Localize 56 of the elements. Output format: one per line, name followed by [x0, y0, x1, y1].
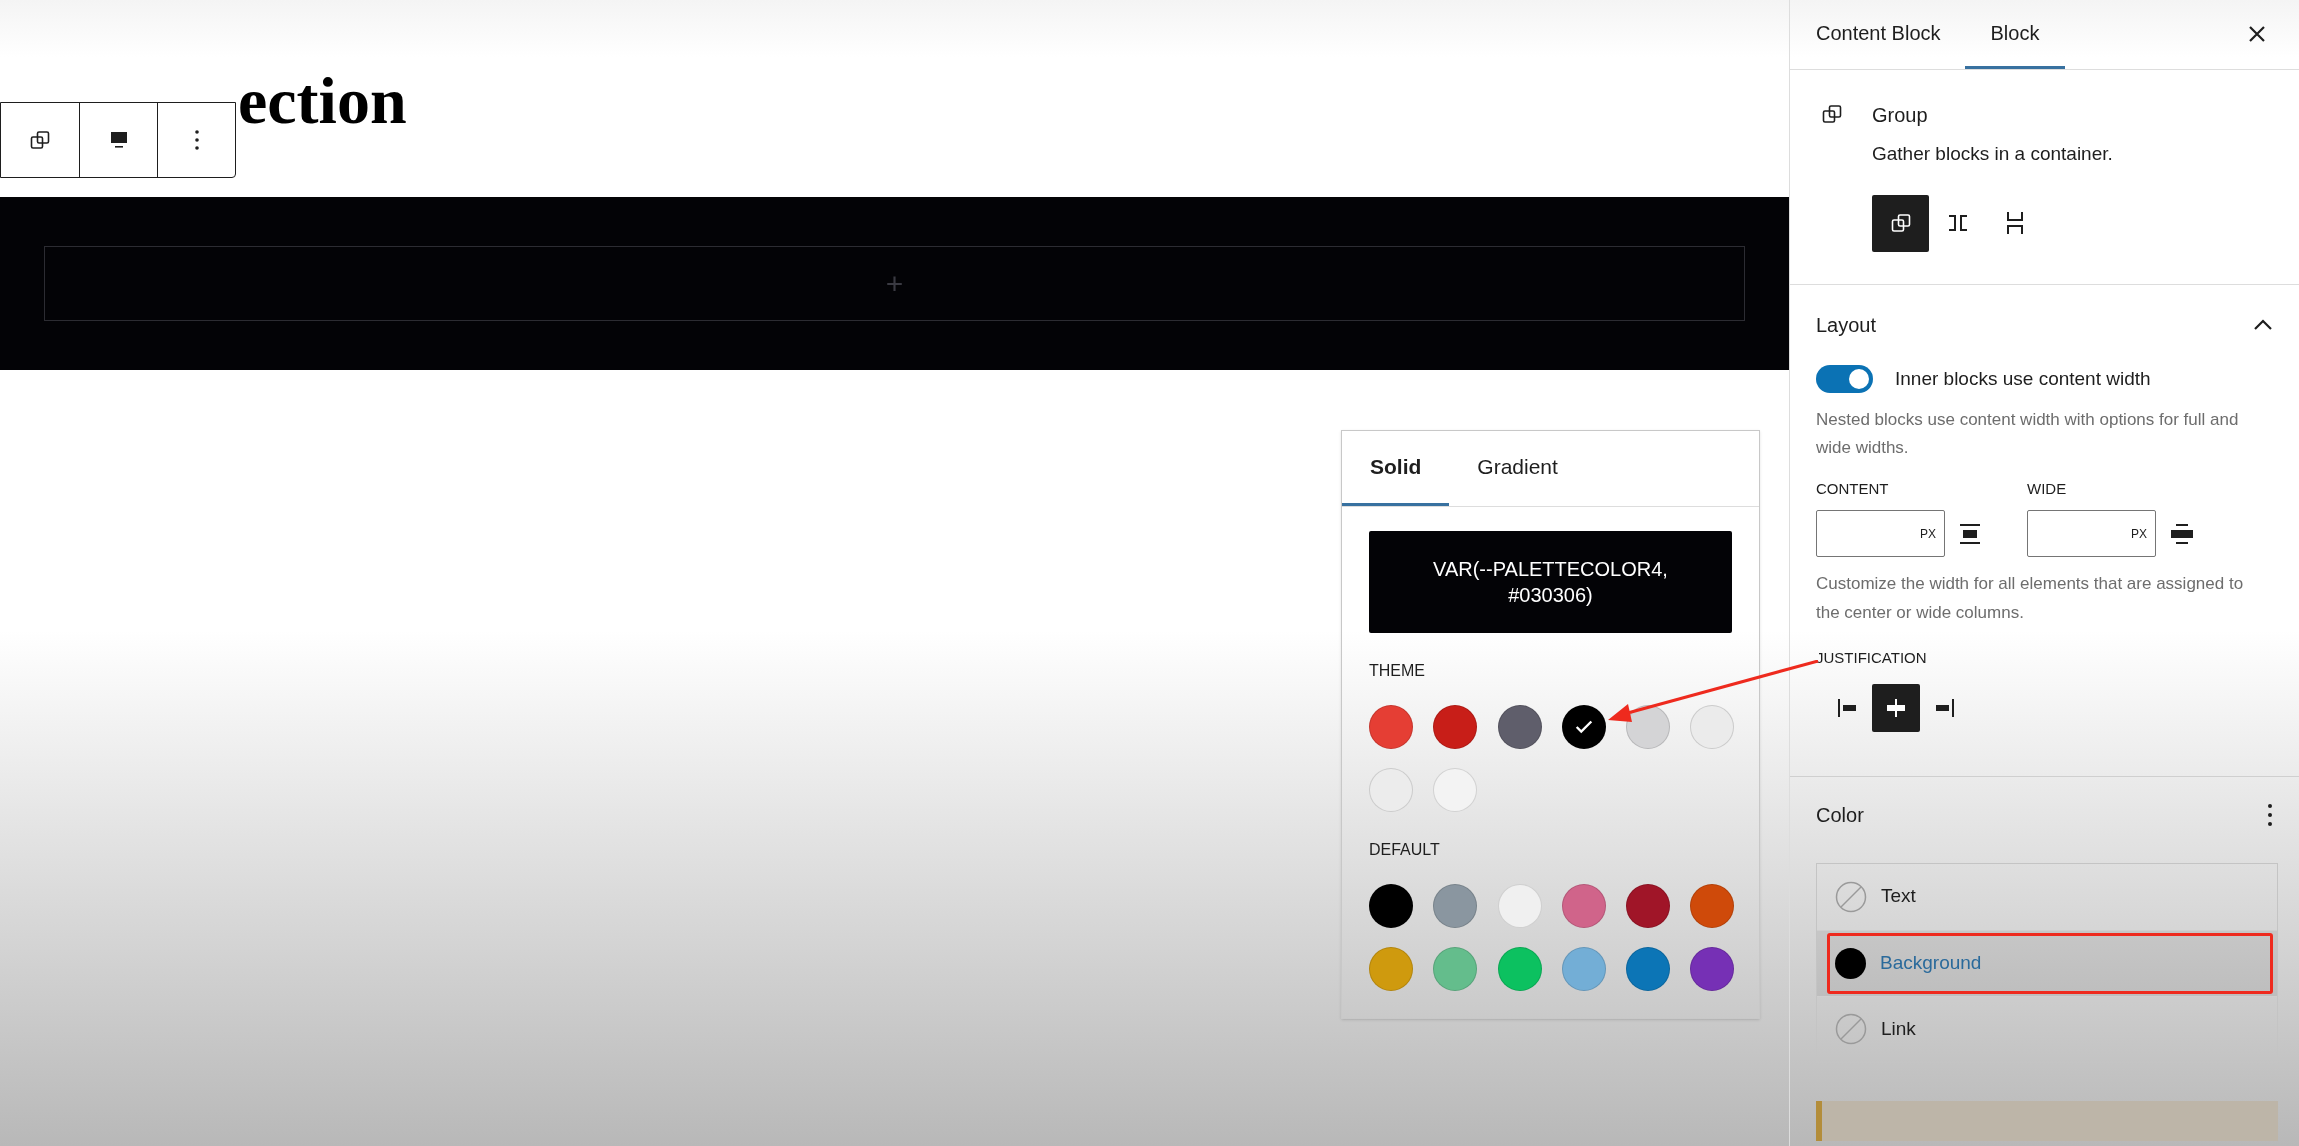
chevron-icon[interactable]	[2253, 319, 2273, 331]
align-wide-icon[interactable]	[2170, 521, 2194, 546]
color-swatch[interactable]	[1561, 947, 1606, 991]
help-text: Customize the width for all elements that are assigned to the center or wide columns.	[1816, 573, 2245, 624]
color-value: VAR(--PALETTECOLOR4, #030306)	[1432, 557, 1669, 608]
justify-button[interactable]	[1872, 683, 1920, 732]
field-label: CONTENT	[1816, 478, 1890, 499]
field-label: WIDE	[2027, 478, 2068, 499]
color-swatch[interactable]	[1497, 884, 1542, 928]
color-swatch[interactable]	[1626, 884, 1671, 928]
color-item[interactable]: Link	[1817, 995, 2277, 1062]
variant-button[interactable]	[1872, 194, 1929, 252]
color-swatch[interactable]	[1433, 768, 1478, 812]
help-text: Nested blocks use content width with options for full and wide widths.	[1816, 408, 2240, 459]
color-swatch[interactable]	[1690, 947, 1735, 991]
stack-icon	[2004, 211, 2025, 235]
section-label: DEFAULT	[1369, 840, 1441, 860]
block-name: Group	[1872, 103, 1929, 128]
no-color-icon	[1835, 1013, 1867, 1045]
color-swatch[interactable]	[1561, 705, 1606, 749]
panel-title: Layout	[1816, 313, 1877, 338]
color-swatch[interactable]	[1369, 947, 1413, 991]
toggle-switch[interactable]	[1816, 365, 1873, 394]
color-swatch[interactable]	[1626, 705, 1671, 749]
align-center-icon[interactable]	[1959, 521, 1981, 546]
color-swatch[interactable]	[1690, 884, 1735, 928]
section-label: THEME	[1369, 661, 1426, 681]
group-icon	[1820, 102, 1844, 126]
color-swatch[interactable]	[1369, 768, 1413, 812]
color-swatch[interactable]	[1433, 705, 1478, 749]
group-icon	[28, 128, 52, 152]
close-icon[interactable]	[2247, 24, 2267, 44]
color-swatch[interactable]	[1497, 705, 1542, 749]
color-swatch[interactable]	[1690, 705, 1735, 749]
field-label: JUSTIFICATION	[1816, 648, 1928, 668]
toggle-label: Inner blocks use content width	[1895, 367, 2151, 391]
more-icon[interactable]	[2267, 802, 2273, 827]
color-swatch[interactable]	[1433, 947, 1478, 991]
width-field[interactable]: PX	[1816, 510, 1945, 557]
color-swatch[interactable]	[1626, 947, 1671, 991]
sidebar-tab[interactable]: Content Block	[1816, 0, 1941, 69]
popover-tab[interactable]: Solid	[1342, 431, 1450, 506]
color-swatch[interactable]	[1369, 705, 1413, 749]
panel-title: Color	[1816, 802, 1864, 828]
sidebar-tab[interactable]: Block	[1964, 0, 2066, 69]
heading: ection	[238, 68, 407, 134]
popover-tab[interactable]: Gradient	[1449, 431, 1586, 506]
color-item[interactable]: Text	[1817, 863, 2277, 930]
color-swatch[interactable]	[1369, 884, 1413, 928]
more-icon	[193, 129, 200, 151]
width-field[interactable]: PX	[2027, 510, 2156, 557]
color-swatch[interactable]	[1497, 947, 1542, 991]
color-swatch[interactable]	[1433, 884, 1478, 928]
block-description: Gather blocks in a container.	[1872, 142, 2113, 166]
no-color-icon	[1835, 880, 1867, 913]
color-swatch[interactable]	[1561, 884, 1606, 928]
